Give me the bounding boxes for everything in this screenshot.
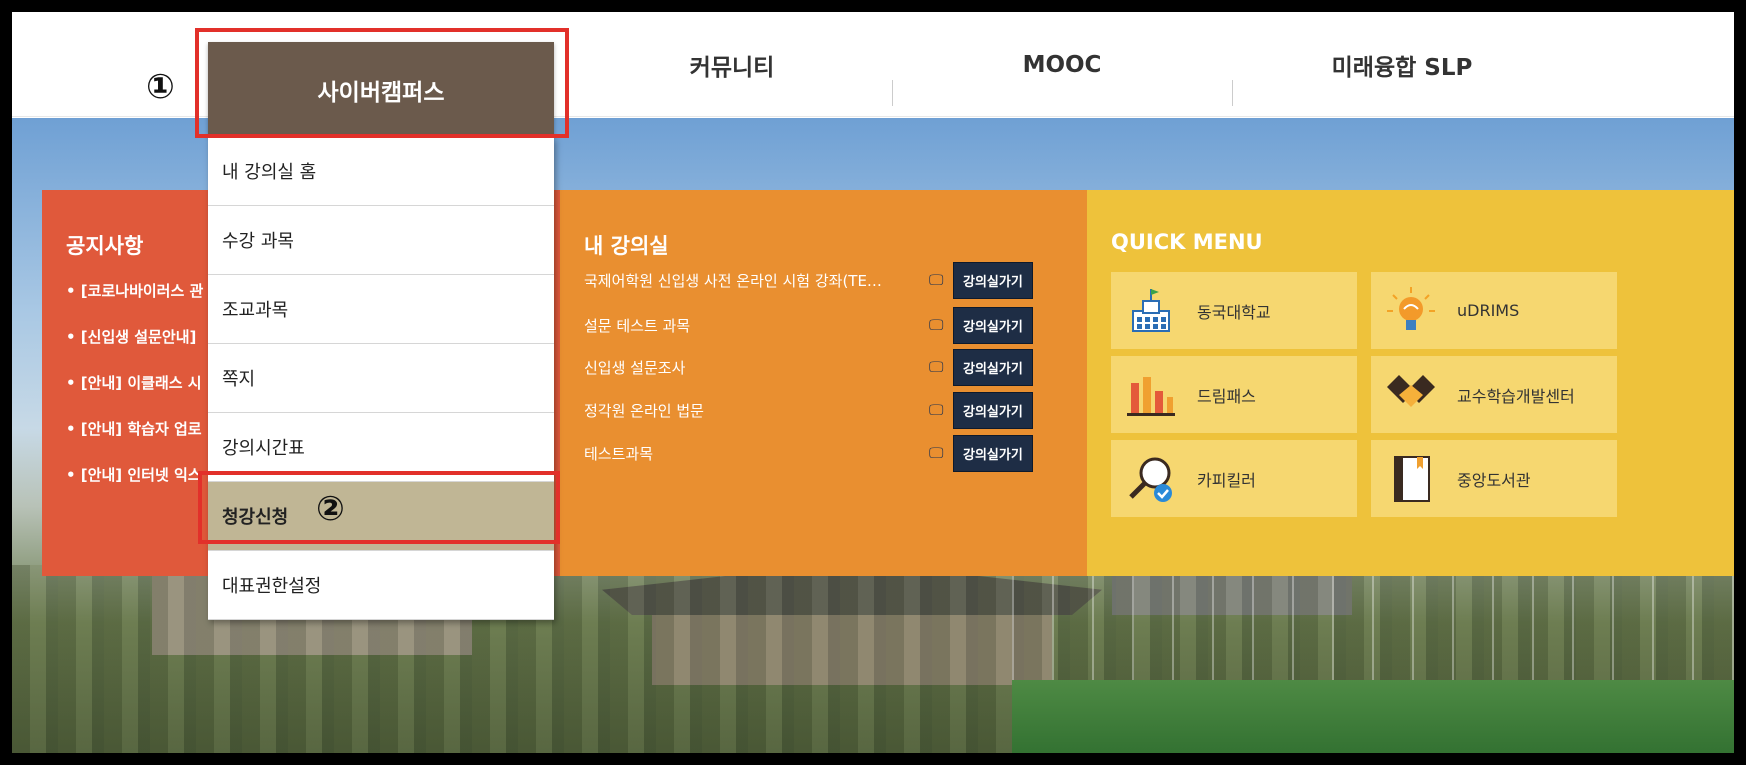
nav-future-slp[interactable]: 미래융합 SLP (1232, 12, 1572, 117)
quick-link-udrims[interactable]: uDRIMS (1371, 272, 1617, 349)
monitor-icon: 🖵 (929, 358, 944, 376)
lecture-name[interactable]: 정각원 온라인 법문 (584, 400, 929, 421)
lecture-row: 설문 테스트 과목 🖵 강의실가기 (584, 306, 1064, 344)
lecture-name[interactable]: 신입생 설문조사 (584, 357, 929, 378)
bar-chart-icon (1125, 369, 1177, 421)
lecture-title: 내 강의실 (584, 234, 669, 258)
notice-title: 공지사항 (66, 234, 144, 258)
nav-mooc[interactable]: MOOC (892, 12, 1232, 117)
annotation-box-step-1 (195, 28, 569, 138)
lightbulb-icon (1385, 285, 1437, 337)
menu-representative-permission[interactable]: 대표권한설정 (208, 551, 554, 620)
quick-link-teaching-center[interactable]: 교수학습개발센터 (1371, 356, 1617, 433)
sports-field (1012, 680, 1734, 753)
go-lecture-button[interactable]: 강의실가기 (953, 306, 1033, 344)
monitor-icon: 🖵 (929, 271, 944, 289)
go-lecture-button[interactable]: 강의실가기 (953, 434, 1033, 472)
quick-menu-panel: QUICK MENU 동국대학교 uDRIMS 드림패스 교수학습개발센터 카피… (1087, 190, 1734, 576)
step-marker-2: ② (316, 489, 345, 529)
screen: 커뮤니티 MOOC 미래융합 SLP 공지사항 • [코로나바이러스 관 3-0… (0, 0, 1746, 765)
monitor-icon: 🖵 (929, 316, 944, 334)
magnifier-check-icon (1125, 453, 1177, 505)
lecture-row: 정각원 온라인 법문 🖵 강의실가기 (584, 391, 1064, 429)
quick-menu-title: QUICK MENU (1111, 230, 1263, 254)
menu-ta-courses[interactable]: 조교과목 (208, 275, 554, 344)
school-building-icon (1125, 285, 1177, 337)
quick-link-label: 카피킬러 (1197, 470, 1256, 490)
lecture-row: 테스트과목 🖵 강의실가기 (584, 434, 1064, 472)
monitor-icon: 🖵 (929, 444, 944, 462)
quick-link-dongguk[interactable]: 동국대학교 (1111, 272, 1357, 349)
lecture-row: 국제어학원 신입생 사전 온라인 시험 강좌(TE… 🖵 강의실가기 (584, 261, 1064, 299)
menu-messages[interactable]: 쪽지 (208, 344, 554, 413)
quick-link-dreampass[interactable]: 드림패스 (1111, 356, 1357, 433)
nav-community[interactable]: 커뮤니티 (572, 12, 892, 117)
quick-link-label: 드림패스 (1197, 386, 1256, 406)
quick-link-label: uDRIMS (1457, 301, 1520, 320)
go-lecture-button[interactable]: 강의실가기 (953, 261, 1033, 299)
quick-link-label: 동국대학교 (1197, 302, 1271, 322)
lecture-row: 신입생 설문조사 🖵 강의실가기 (584, 348, 1064, 386)
cyber-campus-dropdown: 내 강의실 홈 수강 과목 조교과목 쪽지 강의시간표 청강신청 대표권한설정 (208, 137, 554, 620)
book-icon (1385, 453, 1437, 505)
monitor-icon: 🖵 (929, 401, 944, 419)
quick-link-library[interactable]: 중앙도서관 (1371, 440, 1617, 517)
annotation-box-step-2 (198, 471, 560, 544)
lecture-name[interactable]: 국제어학원 신입생 사전 온라인 시험 강좌(TE… (584, 270, 929, 291)
go-lecture-button[interactable]: 강의실가기 (953, 391, 1033, 429)
step-marker-1: ① (146, 67, 175, 107)
menu-enrolled-courses[interactable]: 수강 과목 (208, 206, 554, 275)
quick-link-label: 교수학습개발센터 (1457, 386, 1575, 406)
lecture-name[interactable]: 설문 테스트 과목 (584, 315, 929, 336)
handshake-icon (1385, 369, 1437, 421)
go-lecture-button[interactable]: 강의실가기 (953, 348, 1033, 386)
my-lecture-panel: 내 강의실 국제어학원 신입생 사전 온라인 시험 강좌(TE… 🖵 강의실가기… (560, 190, 1087, 576)
quick-link-label: 중앙도서관 (1457, 470, 1531, 490)
menu-my-lecture-home[interactable]: 내 강의실 홈 (208, 137, 554, 206)
quick-link-copykiller[interactable]: 카피킬러 (1111, 440, 1357, 517)
lecture-name[interactable]: 테스트과목 (584, 443, 929, 464)
